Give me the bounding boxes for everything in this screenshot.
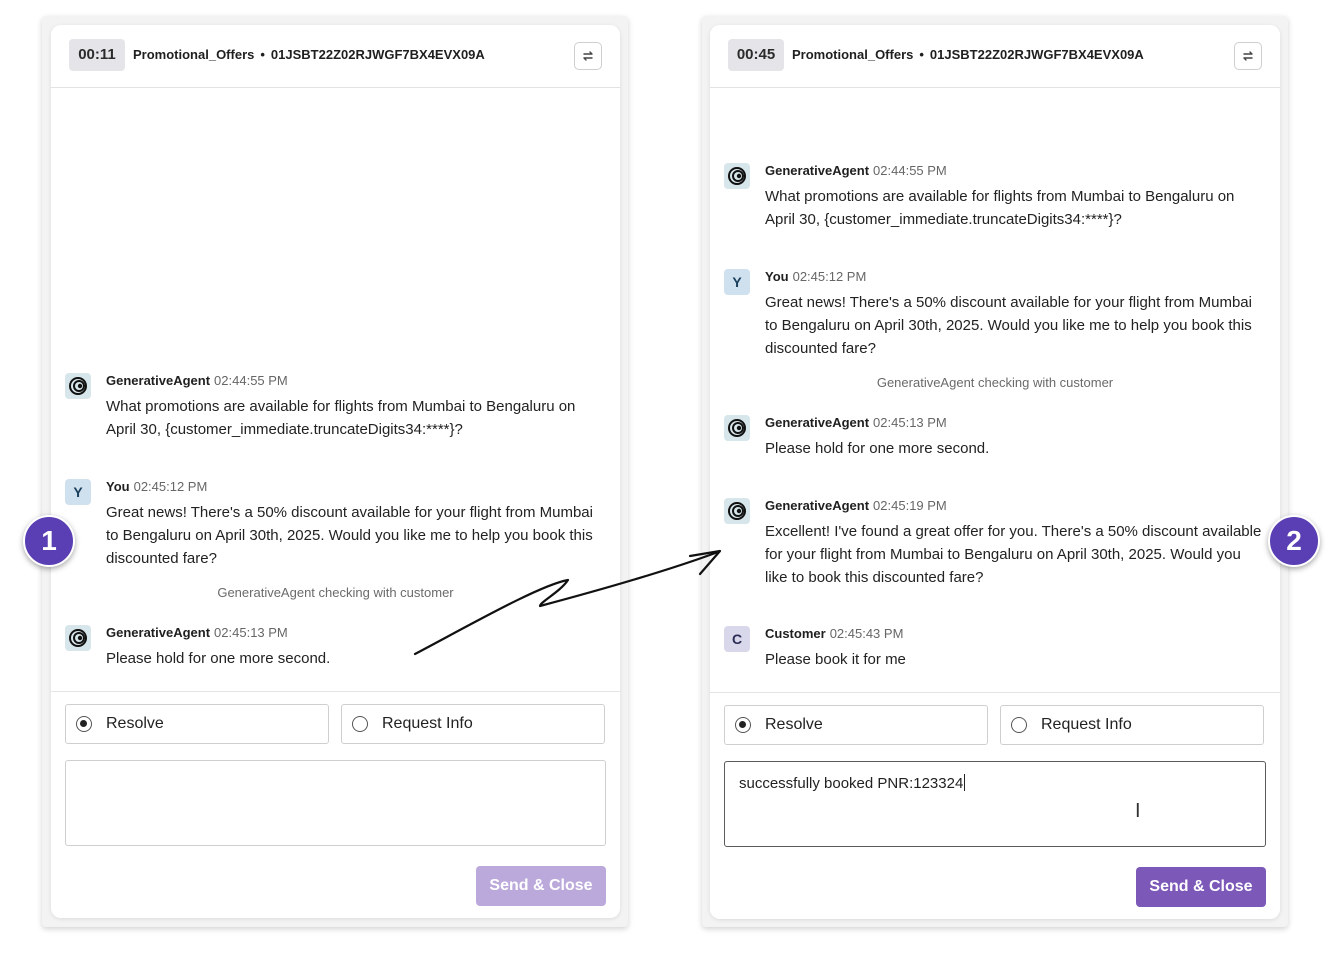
step-badge-2: 2	[1268, 515, 1320, 567]
connector-arrow-icon	[413, 549, 722, 656]
step-badge-1: 1	[23, 515, 75, 567]
